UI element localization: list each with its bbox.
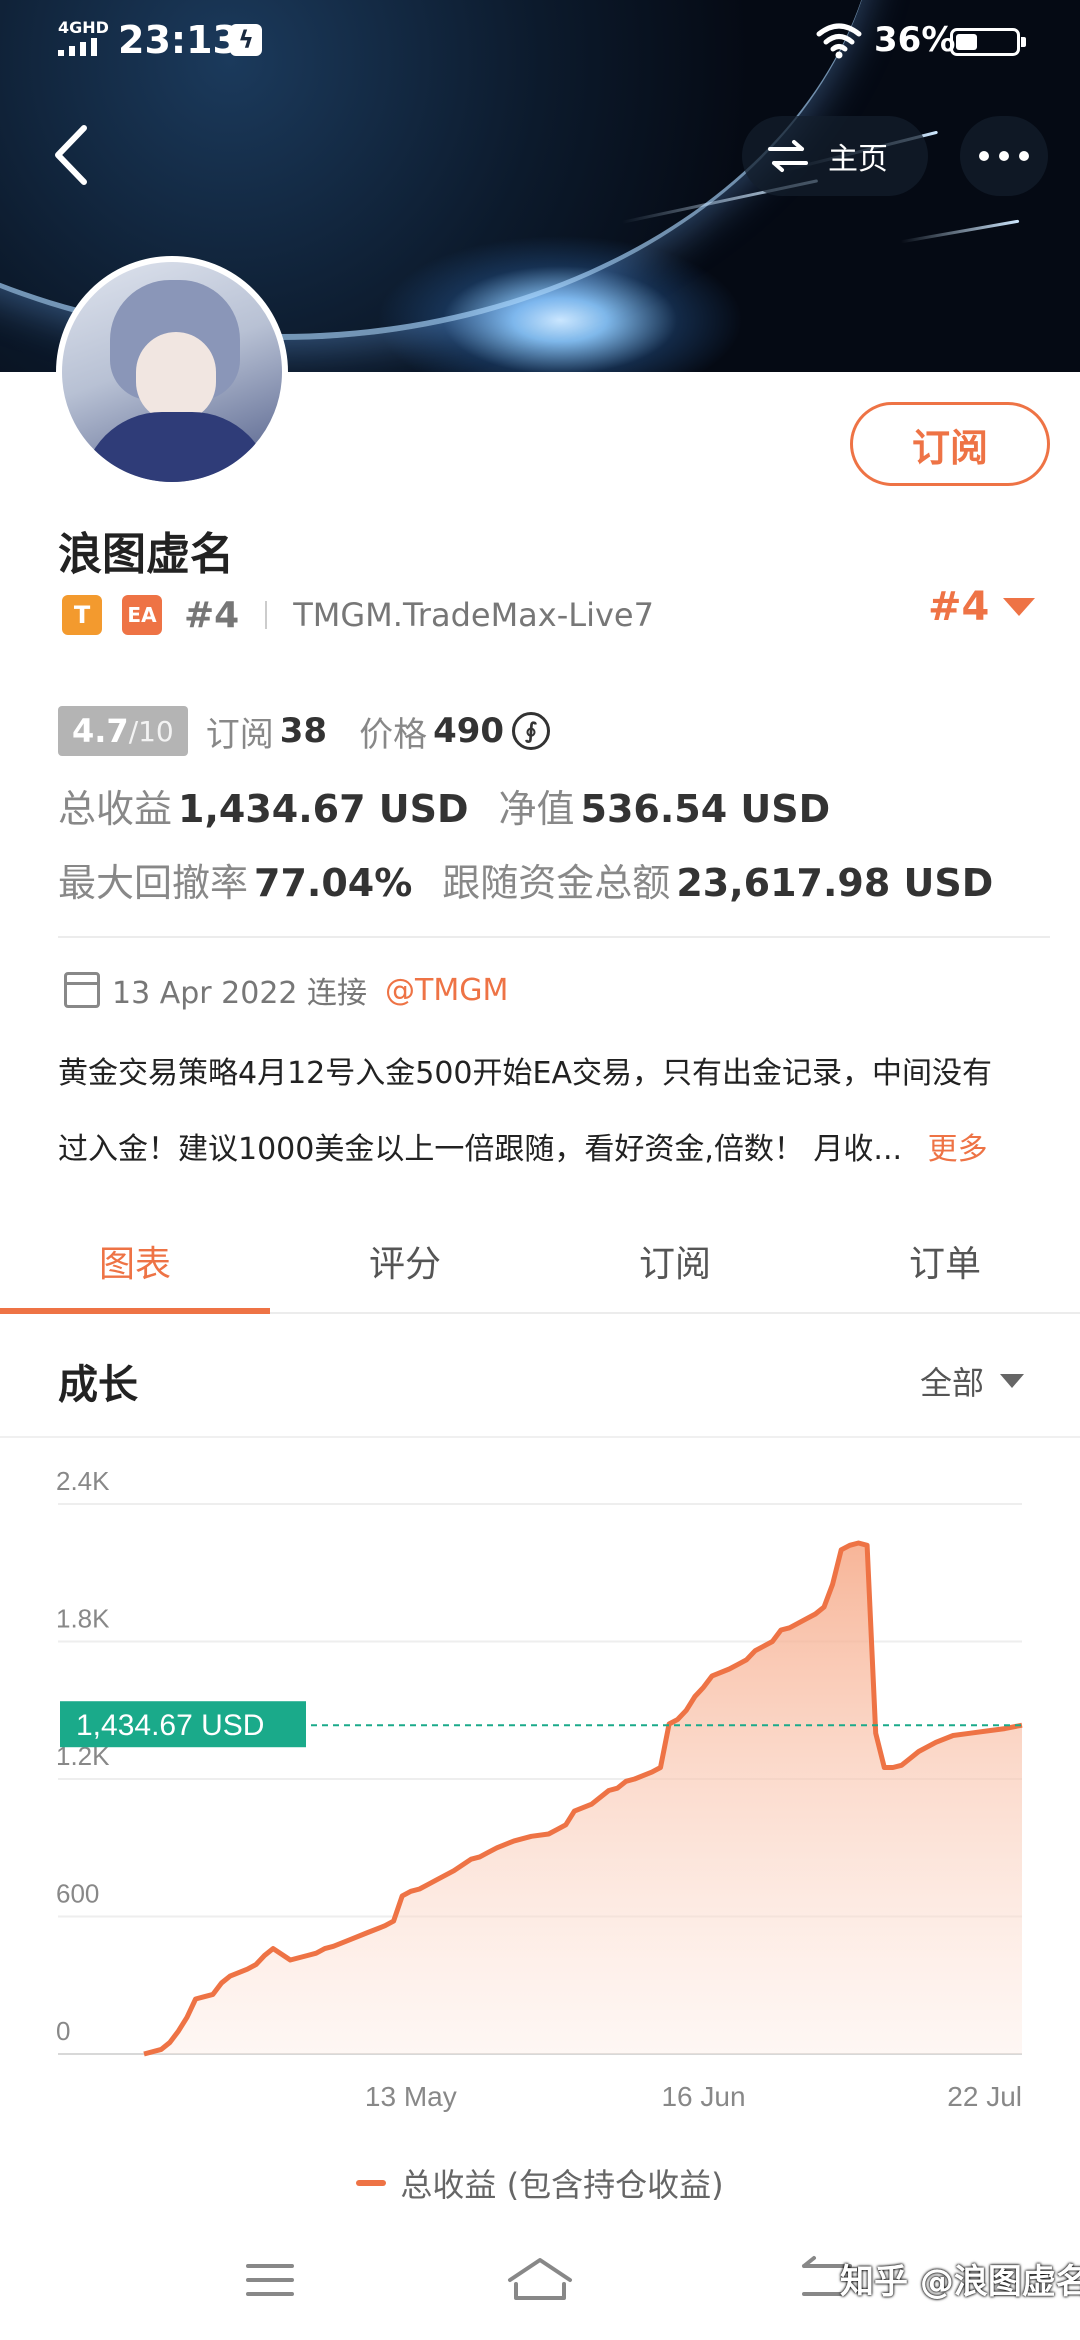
tab-bar: 图表 评分 订阅 订单: [0, 1210, 1080, 1314]
divider: [58, 936, 1050, 938]
description-text: 过入金！建议1000美金以上一倍跟随，看好资金,倍数！ 月收...: [58, 1132, 903, 1167]
tag-ea-badge: EA: [122, 595, 162, 635]
x-tick-label: 13 May: [365, 2081, 457, 2112]
range-dropdown[interactable]: 全部: [920, 1358, 1025, 1404]
growth-area: [144, 1543, 1022, 2054]
subscribe-count: 38: [279, 711, 328, 751]
score-badge: 4.7 /10: [58, 706, 188, 756]
drawdown-value: 77.04%: [254, 861, 413, 905]
y-tick-label: 1.8K: [56, 1604, 110, 1634]
battery-percent: 36%: [874, 20, 956, 60]
home-icon[interactable]: [500, 2250, 580, 2310]
calendar-icon: [64, 972, 100, 1008]
follow-funds-value: 23,617.98 USD: [676, 861, 994, 905]
status-bar: 4GHD 23:13 ϟ 36%: [0, 0, 1080, 90]
connected-date: 13 Apr 2022 连接: [112, 976, 368, 1011]
tag-t-badge: T: [62, 595, 102, 635]
battery-icon: [950, 28, 1026, 56]
battery-fill: [956, 34, 977, 50]
equity-value: 536.54 USD: [580, 787, 831, 831]
total-profit-value: 1,434.67 USD: [178, 787, 469, 831]
divider: [265, 601, 268, 629]
watermark: 知乎 @浪图虚名: [840, 2262, 1080, 2302]
back-arrow-icon[interactable]: [46, 120, 106, 190]
tab-rating[interactable]: 评分: [270, 1210, 540, 1312]
connected-since: 13 Apr 2022 连接 @TMGM: [64, 968, 508, 1012]
network-type: 4GHD: [58, 18, 109, 37]
legend-swatch: [356, 2180, 387, 2186]
flash-icon: ϟ: [230, 24, 262, 56]
subscribe-count-label: 订阅: [205, 714, 274, 755]
equity-label: 净值: [498, 787, 575, 831]
score-max: /10: [128, 714, 174, 748]
tab-orders[interactable]: 订单: [810, 1210, 1080, 1312]
legend-label: 总收益 (包含持仓收益): [400, 2166, 724, 2204]
clock: 23:13: [118, 18, 239, 62]
range-label: 全部: [920, 1364, 985, 1402]
star-streak: [900, 219, 1020, 244]
trader-name: 浪图虚名: [58, 529, 234, 580]
broker-server: TMGM.TradeMax-Live7: [293, 596, 654, 634]
chart-legend: 总收益 (包含持仓收益): [0, 2160, 1080, 2206]
tab-chart[interactable]: 图表: [0, 1210, 270, 1314]
follow-funds-label: 跟随资金总额: [442, 861, 671, 905]
total-profit-label: 总收益: [58, 787, 173, 831]
growth-chart[interactable]: 2.4K1.8K1.2K6000 1,434.67 USD 13 May 16 J…: [0, 1440, 1080, 2220]
more-options-button[interactable]: [960, 116, 1048, 196]
more-dot-icon: [999, 151, 1009, 161]
price-value: 490: [433, 711, 505, 751]
x-tick-label: 16 Jun: [661, 2081, 745, 2112]
profit-row: 总收益 1,434.67 USD 净值 536.54 USD: [58, 778, 860, 833]
score-value: 4.7: [72, 712, 129, 750]
rank-small: #4: [184, 594, 240, 636]
avatar[interactable]: [56, 256, 288, 488]
menu-icon[interactable]: [230, 2250, 310, 2310]
rank-dropdown[interactable]: #4: [928, 584, 1036, 630]
caret-down-icon: [1003, 598, 1036, 616]
wifi-icon: [816, 23, 862, 59]
rating-row: 4.7 /10 订阅 38 价格 490 ∮: [58, 706, 551, 756]
section-title: 成长: [58, 1362, 138, 1408]
signal-icon: [58, 38, 97, 56]
more-link[interactable]: 更多: [928, 1132, 988, 1167]
drawdown-row: 最大回撤率 77.04% 跟随资金总额 23,617.98 USD: [58, 852, 1023, 907]
x-tick-label: 22 Jul: [947, 2081, 1022, 2112]
home-button[interactable]: 主页: [742, 116, 928, 196]
coin-icon: ∮: [512, 712, 551, 750]
broker-mention[interactable]: @TMGM: [385, 973, 508, 1008]
current-value-label: 1,434.67 USD: [76, 1709, 264, 1742]
y-tick-label: 2.4K: [56, 1466, 110, 1496]
more-dot-icon: [1019, 151, 1029, 161]
subscribe-button[interactable]: 订阅: [850, 402, 1050, 486]
rank-big-label: #4: [928, 584, 990, 630]
home-button-label: 主页: [828, 142, 888, 177]
drawdown-label: 最大回撤率: [58, 861, 249, 905]
price-label: 价格: [359, 714, 428, 755]
trader-tags: T EA #4 TMGM.TradeMax-Live7: [62, 590, 654, 640]
swap-icon: [768, 140, 808, 172]
caret-down-icon: [1000, 1374, 1025, 1388]
tab-subscribe[interactable]: 订阅: [540, 1210, 810, 1312]
description-line-2: 过入金！建议1000美金以上一倍跟随，看好资金,倍数！ 月收... 更多: [58, 1124, 1048, 1168]
y-tick-label: 600: [56, 1879, 99, 1909]
growth-section-header: 成长 全部: [0, 1316, 1080, 1438]
description-line-1: 黄金交易策略4月12号入金500开始EA交易，只有出金记录，中间没有: [58, 1056, 992, 1091]
more-dot-icon: [979, 151, 989, 161]
y-tick-label: 0: [56, 2016, 70, 2046]
